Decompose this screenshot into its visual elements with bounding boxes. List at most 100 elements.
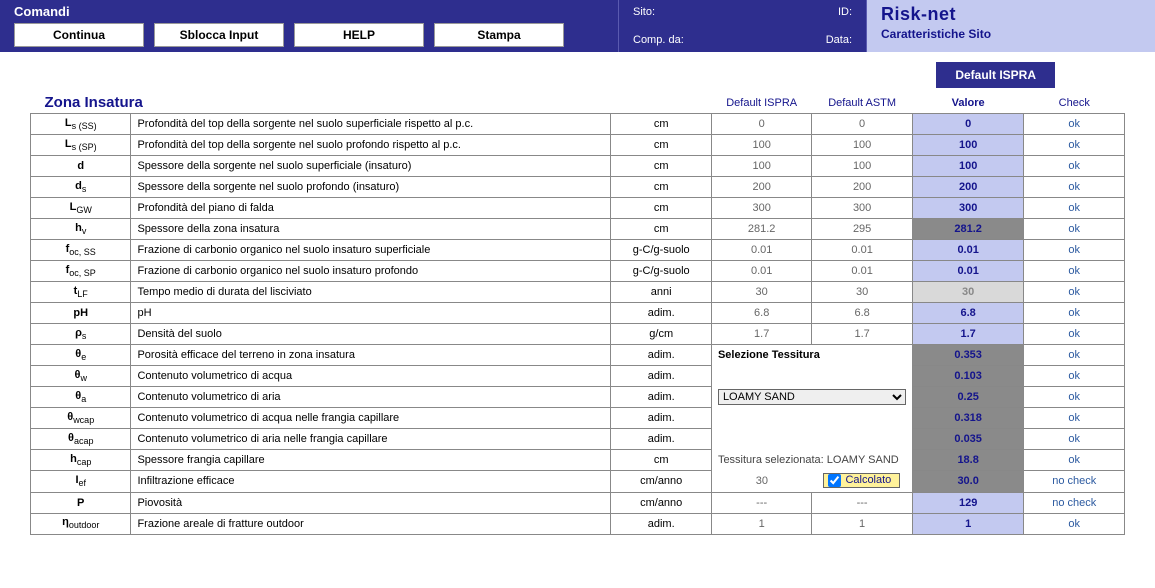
param-unit: anni xyxy=(611,282,711,303)
param-value[interactable]: 0.035 xyxy=(912,429,1024,450)
param-description: Profondità del top della sorgente nel su… xyxy=(131,114,611,135)
param-value[interactable]: 0.01 xyxy=(912,240,1024,261)
id-label: ID: xyxy=(838,6,852,18)
param-default-ispra: 0.01 xyxy=(711,261,811,282)
param-unit: adim. xyxy=(611,345,711,366)
param-default-ispra xyxy=(711,408,811,429)
param-symbol: ηoutdoor xyxy=(31,513,131,534)
param-value[interactable]: 6.8 xyxy=(912,303,1024,324)
param-value[interactable]: 1.7 xyxy=(912,324,1024,345)
parameters-table: Zona Insatura Default ISPRA Default ASTM… xyxy=(30,92,1125,535)
param-unit: cm xyxy=(611,198,711,219)
table-row: tLFTempo medio di durata del lisciviatoa… xyxy=(31,282,1125,303)
sito-label: Sito: xyxy=(633,6,655,18)
param-default-ispra: 100 xyxy=(711,156,811,177)
param-check: ok xyxy=(1024,513,1125,534)
param-symbol: ρs xyxy=(31,324,131,345)
param-default-ispra: --- xyxy=(711,492,811,513)
param-value[interactable]: 100 xyxy=(912,135,1024,156)
param-unit: cm xyxy=(611,450,711,471)
param-value[interactable]: 30.0 xyxy=(912,471,1024,493)
param-symbol: θa xyxy=(31,387,131,408)
param-symbol: Ls (SP) xyxy=(31,135,131,156)
param-default-astm: 295 xyxy=(812,219,912,240)
param-unit: g-C/g-suolo xyxy=(611,261,711,282)
param-default-astm: 1 xyxy=(812,513,912,534)
param-value[interactable]: 1 xyxy=(912,513,1024,534)
param-check: ok xyxy=(1024,450,1125,471)
calcolato-toggle[interactable]: Calcolato xyxy=(823,473,900,488)
param-check: ok xyxy=(1024,324,1125,345)
param-description: Contenuto volumetrico di acqua nelle fra… xyxy=(131,408,611,429)
param-value[interactable]: 281.2 xyxy=(912,219,1024,240)
param-value[interactable]: 30 xyxy=(912,282,1024,303)
param-value[interactable]: 200 xyxy=(912,177,1024,198)
param-value[interactable]: 0 xyxy=(912,114,1024,135)
continua-button[interactable]: Continua xyxy=(14,23,144,47)
sblocca-input-button[interactable]: Sblocca Input xyxy=(154,23,284,47)
param-default-ispra: 30 xyxy=(711,282,811,303)
param-value[interactable]: 0.353 xyxy=(912,345,1024,366)
param-default-ispra: 300 xyxy=(711,198,811,219)
param-unit: cm xyxy=(611,135,711,156)
data-label: Data: xyxy=(826,34,852,46)
param-symbol: θe xyxy=(31,345,131,366)
param-default-astm: 100 xyxy=(812,156,912,177)
param-default-astm: 0.01 xyxy=(812,240,912,261)
calcolato-cell: Calcolato xyxy=(812,471,912,493)
param-description: Profondità del piano di falda xyxy=(131,198,611,219)
param-default-astm: --- xyxy=(812,492,912,513)
param-symbol: Ls (SS) xyxy=(31,114,131,135)
param-check: ok xyxy=(1024,345,1125,366)
param-default-ispra: 1.7 xyxy=(711,324,811,345)
table-row: θePorosità efficace del terreno in zona … xyxy=(31,345,1125,366)
param-symbol: foc, SS xyxy=(31,240,131,261)
stampa-button[interactable]: Stampa xyxy=(434,23,564,47)
page-subtitle: Caratteristiche Sito xyxy=(881,27,1141,41)
param-unit: cm/anno xyxy=(611,492,711,513)
param-unit: cm xyxy=(611,156,711,177)
param-unit: cm xyxy=(611,114,711,135)
param-default-astm: 0.01 xyxy=(812,261,912,282)
calcolato-checkbox[interactable] xyxy=(828,474,841,487)
table-row: dsSpessore della sorgente nel suolo prof… xyxy=(31,177,1125,198)
param-symbol: tLF xyxy=(31,282,131,303)
param-check: ok xyxy=(1024,303,1125,324)
param-check: ok xyxy=(1024,429,1125,450)
col-check: Check xyxy=(1024,92,1125,114)
help-button[interactable]: HELP xyxy=(294,23,424,47)
param-default-ispra: 0 xyxy=(711,114,811,135)
param-default-ispra xyxy=(711,366,811,387)
param-default-astm xyxy=(812,429,912,450)
param-check: ok xyxy=(1024,198,1125,219)
param-value[interactable]: 100 xyxy=(912,156,1024,177)
param-description: Spessore della zona insatura xyxy=(131,219,611,240)
section-title: Zona Insatura xyxy=(45,94,143,111)
param-check: ok xyxy=(1024,387,1125,408)
param-value[interactable]: 129 xyxy=(912,492,1024,513)
default-ispra-button[interactable]: Default ISPRA xyxy=(936,62,1055,88)
param-value[interactable]: 0.25 xyxy=(912,387,1024,408)
param-default-astm: 30 xyxy=(812,282,912,303)
param-description: Profondità del top della sorgente nel su… xyxy=(131,135,611,156)
param-unit: adim. xyxy=(611,513,711,534)
param-default-ispra: 100 xyxy=(711,135,811,156)
param-value[interactable]: 300 xyxy=(912,198,1024,219)
param-value[interactable]: 0.01 xyxy=(912,261,1024,282)
param-value[interactable]: 0.103 xyxy=(912,366,1024,387)
commands-panel: Comandi Continua Sblocca Input HELP Stam… xyxy=(0,0,618,52)
param-value[interactable]: 0.318 xyxy=(912,408,1024,429)
param-check: ok xyxy=(1024,177,1125,198)
param-description: Spessore della sorgente nel suolo superf… xyxy=(131,156,611,177)
table-row: θacapContenuto volumetrico di aria nelle… xyxy=(31,429,1125,450)
param-value[interactable]: 18.8 xyxy=(912,450,1024,471)
param-check: ok xyxy=(1024,366,1125,387)
tessitura-select[interactable]: LOAMY SAND xyxy=(718,389,906,405)
param-unit: g-C/g-suolo xyxy=(611,240,711,261)
param-unit: adim. xyxy=(611,408,711,429)
param-description: Contenuto volumetrico di aria nelle fran… xyxy=(131,429,611,450)
param-default-ispra: 0.01 xyxy=(711,240,811,261)
table-row: foc, SPFrazione di carbonio organico nel… xyxy=(31,261,1125,282)
param-default-astm: 6.8 xyxy=(812,303,912,324)
param-symbol: P xyxy=(31,492,131,513)
